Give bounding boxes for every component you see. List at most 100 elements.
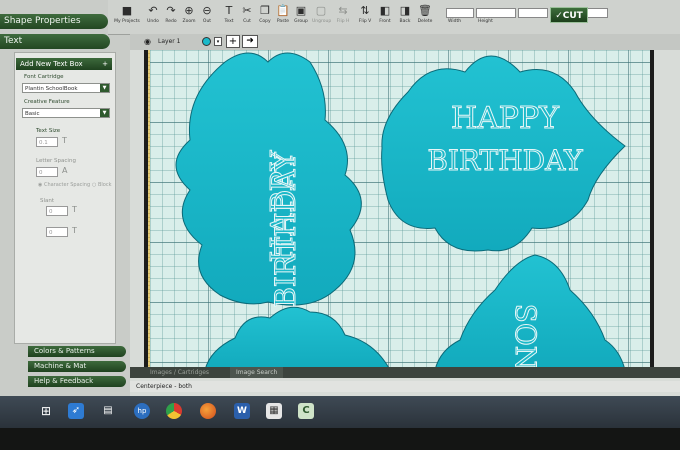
undo-label: Undo	[147, 19, 159, 24]
layer-name[interactable]: Layer 1	[158, 38, 180, 45]
chevron-down-icon: ▼	[100, 84, 109, 92]
cut-tool-label: Cut	[243, 19, 251, 24]
slant-icon: T	[72, 205, 77, 214]
sidebar-item-shape-properties[interactable]: Shape Properties	[0, 14, 108, 29]
flip-vertical-icon: ⇅	[360, 4, 370, 17]
cut-button-label: CUT	[562, 11, 583, 21]
block-label: Block	[97, 182, 112, 188]
send-back-icon: ◨	[399, 4, 411, 17]
flip-horizontal-icon: ⇆	[338, 4, 348, 17]
paste-icon: 📋	[276, 4, 290, 17]
copy-icon: ❐	[260, 4, 270, 17]
ungroup-label: Ungroup	[312, 19, 332, 24]
tab-images-cartridges[interactable]: Images / Cartridges	[144, 367, 215, 378]
paste-button[interactable]: 📋 Paste	[274, 4, 292, 25]
text-icon: T	[225, 4, 233, 17]
group-button[interactable]: ▣ Group	[292, 4, 310, 25]
shape1-text-birthday[interactable]: BIRTHDAY	[269, 120, 303, 340]
copy-button[interactable]: ❐ Copy	[256, 4, 274, 25]
my-projects-label: My Projects	[114, 19, 140, 24]
cutting-mat-canvas[interactable]: HAPPY BIRTHDAY HAPPY BIRTHDAY SON	[150, 50, 650, 370]
sidebar-item-help-feedback[interactable]: Help & Feedback	[28, 376, 126, 387]
sidebar: Shape Properties Text Add New Text Box +…	[0, 0, 130, 402]
mat-right-edge	[650, 50, 654, 370]
trash-icon: 🗑	[418, 4, 432, 17]
bottom-tabs: Images / Cartridges Image Search	[130, 367, 680, 378]
font-cartridge-select[interactable]: Plantin SchoolBook ▼	[22, 83, 110, 93]
shape2-text-birthday[interactable]: BIRTHDAY	[390, 144, 620, 178]
text-size-icon: T	[62, 136, 67, 145]
group-icon: ▣	[295, 4, 307, 17]
sidebar-item-machine-mat[interactable]: Machine & Mat	[28, 361, 126, 372]
height-label: Height	[478, 19, 493, 24]
creative-feature-label: Creative Feature	[24, 99, 70, 105]
rotate-icon: T	[72, 226, 77, 235]
shape3-text-son[interactable]: SON	[509, 292, 543, 370]
hp-app-icon[interactable]: hp	[134, 403, 150, 419]
text-size-input[interactable]: 0.1	[36, 137, 58, 147]
creative-feature-value: Basic	[25, 111, 40, 117]
font-cartridge-label: Font Cartridge	[24, 74, 64, 80]
zoom-out-button[interactable]: ⊖ Out	[198, 4, 216, 25]
zoom-in-icon: ⊕	[184, 4, 194, 17]
creative-feature-select[interactable]: Basic ▼	[22, 108, 110, 118]
letter-spacing-input[interactable]: 0	[36, 167, 58, 177]
cut-button[interactable]: ✓CUT	[550, 7, 588, 23]
chevron-down-icon: ▼	[100, 109, 109, 117]
sidebar-item-text[interactable]: Text	[0, 34, 110, 49]
cricut-app-icon[interactable]: C	[298, 403, 314, 419]
add-text-box-label: Add New Text Box	[20, 60, 83, 68]
eye-icon[interactable]: ◉	[144, 37, 151, 46]
back-label: Back	[399, 19, 411, 24]
rotate-input[interactable]: 0	[46, 227, 68, 237]
character-spacing-label: Character Spacing	[43, 182, 91, 188]
x-input[interactable]	[518, 8, 548, 18]
group-label: Group	[294, 19, 308, 24]
width-label: Width	[448, 19, 462, 24]
zoom-in-label: Zoom	[182, 19, 196, 24]
shape2-text-happy[interactable]: HAPPY	[390, 101, 620, 136]
redo-button[interactable]: ↷ Redo	[162, 4, 180, 25]
height-input[interactable]	[476, 8, 516, 18]
slant-input[interactable]: 0	[46, 206, 68, 216]
zoom-in-button[interactable]: ⊕ Zoom	[180, 4, 198, 25]
word-icon[interactable]: W	[234, 403, 250, 419]
firefox-icon[interactable]	[200, 403, 216, 419]
text-panel	[14, 52, 116, 344]
add-text-box-button[interactable]: Add New Text Box +	[16, 58, 112, 70]
layer-color-swatch[interactable]	[202, 37, 211, 46]
flip-vertical-button[interactable]: ⇅ Flip V	[356, 4, 374, 25]
sidebar-item-colors-patterns[interactable]: Colors & Patterns	[28, 346, 126, 357]
flip-horizontal-button[interactable]: ⇆ Flip H	[334, 4, 352, 25]
tab-image-search[interactable]: Image Search	[230, 367, 284, 378]
cut-tool-button[interactable]: ✂ Cut	[238, 4, 256, 25]
shape1-text-group: HAPPY BIRTHDAY	[208, 125, 358, 308]
folder-app-icon[interactable]: ▤	[100, 403, 116, 419]
undo-button[interactable]: ↶ Undo	[144, 4, 162, 25]
bring-front-icon: ◧	[379, 4, 391, 17]
files-app-icon[interactable]: ▦	[266, 403, 282, 419]
add-layer-icon[interactable]: +	[226, 35, 240, 48]
text-tool-button[interactable]: T Text	[220, 4, 238, 25]
windows-start-icon[interactable]: ⊞	[38, 403, 54, 419]
front-label: Front	[379, 19, 391, 24]
my-projects-button[interactable]: ■ My Projects	[114, 4, 140, 25]
zoom-out-label: Out	[202, 19, 212, 24]
block-radio[interactable]: ○ Block	[92, 182, 111, 188]
back-button[interactable]: ◨ Back	[396, 4, 414, 25]
flip-horizontal-label: Flip H	[336, 19, 350, 24]
paste-label: Paste	[276, 19, 290, 24]
rocket-app-icon[interactable]: ➶	[68, 403, 84, 419]
copy-label: Copy	[259, 19, 271, 24]
front-button[interactable]: ◧ Front	[376, 4, 394, 25]
undo-icon: ↶	[148, 4, 158, 17]
character-spacing-radio[interactable]: ◉ Character Spacing	[38, 182, 90, 188]
chevron-down-icon[interactable]: ▾	[214, 37, 222, 46]
width-input[interactable]	[446, 8, 474, 18]
monitor-bezel	[0, 428, 680, 450]
ungroup-button[interactable]: ▢ Ungroup	[312, 4, 332, 25]
chrome-icon[interactable]	[166, 403, 182, 419]
delete-button[interactable]: 🗑 Delete	[416, 4, 434, 25]
arrow-right-icon[interactable]: ➜	[242, 35, 258, 48]
redo-label: Redo	[165, 19, 177, 24]
